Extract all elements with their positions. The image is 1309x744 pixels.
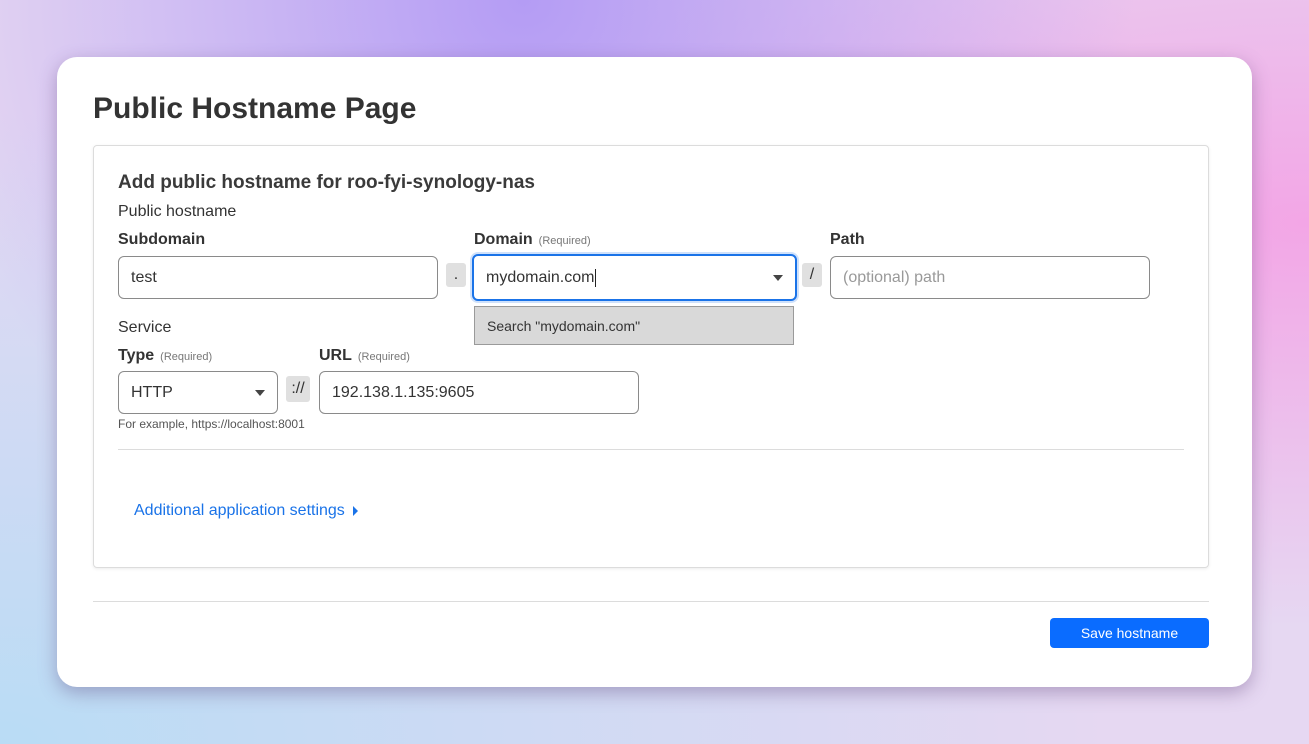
subdomain-value: test (131, 268, 157, 286)
type-label: Type (Required) (118, 347, 212, 365)
url-label: URL (Required) (319, 347, 410, 365)
path-label: Path (830, 231, 865, 248)
domain-value: mydomain.com (486, 268, 595, 286)
domain-select[interactable]: mydomain.com (472, 254, 797, 301)
url-hint: For example, https://localhost:8001 (118, 417, 305, 431)
subdomain-input[interactable]: test (118, 256, 438, 299)
domain-label-text: Domain (474, 231, 533, 248)
additional-settings-link[interactable]: Additional application settings (134, 502, 358, 520)
type-label-text: Type (118, 347, 155, 364)
footer-divider (93, 601, 1209, 602)
chevron-down-icon (255, 389, 265, 396)
url-value: 192.138.1.135:9605 (332, 383, 475, 401)
save-hostname-button[interactable]: Save hostname (1050, 618, 1209, 648)
caret-right-icon (352, 506, 358, 516)
domain-dropdown-option[interactable]: Search "mydomain.com" (474, 306, 794, 345)
chevron-down-icon (773, 274, 783, 281)
subdomain-label: Subdomain (118, 231, 206, 248)
slash-separator: / (802, 263, 822, 287)
form-heading: Add public hostname for roo-fyi-synology… (118, 172, 535, 193)
type-select[interactable]: HTTP (118, 371, 278, 414)
path-input[interactable]: (optional) path (830, 256, 1150, 299)
scheme-separator: :// (286, 376, 310, 402)
page-title: Public Hostname Page (93, 92, 417, 125)
text-cursor (595, 268, 597, 287)
domain-required: (Required) (538, 235, 591, 247)
public-hostname-label: Public hostname (118, 203, 237, 220)
url-required: (Required) (357, 351, 410, 363)
type-required: (Required) (160, 351, 213, 363)
url-input[interactable]: 192.138.1.135:9605 (319, 371, 639, 414)
type-value: HTTP (131, 383, 173, 401)
url-label-text: URL (319, 347, 352, 364)
dot-separator: . (446, 263, 466, 287)
divider (118, 449, 1184, 450)
service-label: Service (118, 319, 172, 336)
domain-label: Domain (Required) (474, 231, 591, 249)
additional-settings-text: Additional application settings (134, 502, 345, 519)
path-placeholder: (optional) path (843, 268, 946, 286)
